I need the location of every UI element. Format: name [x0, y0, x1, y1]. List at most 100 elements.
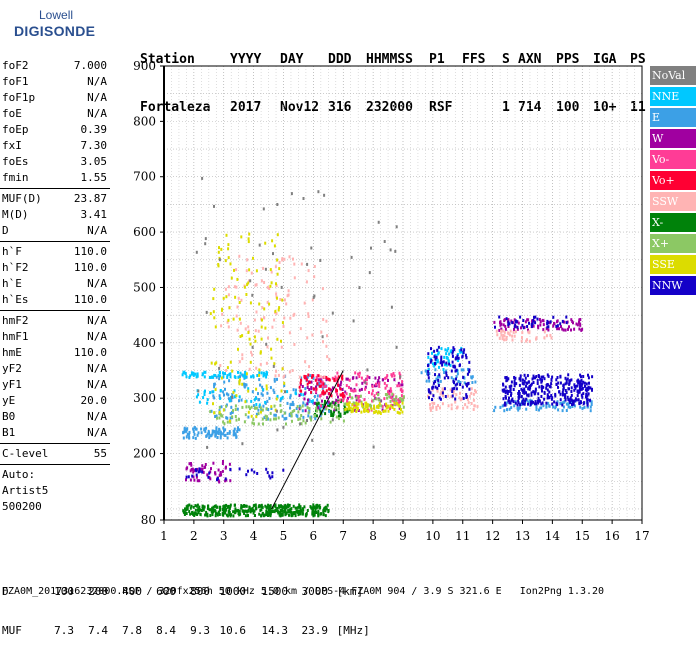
data-point	[309, 374, 312, 378]
data-point	[225, 404, 228, 408]
data-point	[227, 285, 230, 289]
data-point	[521, 336, 523, 339]
data-point	[443, 371, 446, 374]
data-point	[273, 244, 276, 248]
data-point	[550, 378, 553, 382]
data-point	[226, 374, 229, 378]
data-point	[322, 385, 325, 389]
data-point	[201, 176, 204, 180]
data-point	[293, 276, 296, 280]
data-point	[471, 381, 474, 384]
data-point	[195, 375, 198, 379]
data-point	[301, 385, 304, 388]
data-point	[289, 406, 291, 410]
data-point	[451, 390, 454, 393]
data-point	[288, 370, 291, 374]
data-point	[216, 436, 219, 439]
y-tick-label: 400	[133, 336, 156, 350]
data-point	[209, 312, 212, 316]
data-point	[238, 382, 241, 386]
data-point	[378, 402, 381, 405]
data-point	[296, 414, 299, 418]
data-point	[250, 350, 253, 354]
data-point	[441, 402, 444, 406]
data-point	[450, 407, 453, 411]
data-point	[447, 404, 450, 408]
data-point	[250, 271, 253, 275]
footer-cell: 7.3	[54, 624, 74, 637]
data-point	[579, 388, 581, 391]
data-point	[532, 319, 535, 322]
data-point	[192, 427, 195, 431]
data-point	[205, 310, 208, 314]
data-point	[295, 506, 298, 510]
data-point	[579, 318, 582, 321]
data-point	[470, 387, 473, 391]
data-point	[378, 376, 381, 380]
data-point	[364, 381, 367, 385]
data-point	[561, 403, 564, 407]
data-point	[348, 378, 351, 382]
footer-cell: 23.9	[301, 624, 329, 637]
data-point	[247, 331, 250, 334]
data-point	[259, 362, 262, 366]
data-point	[203, 375, 206, 379]
data-point	[265, 387, 268, 391]
data-point	[347, 407, 350, 411]
data-point	[546, 396, 549, 400]
x-tick-label: 8	[369, 529, 377, 543]
data-point	[542, 385, 545, 389]
data-point	[559, 392, 562, 396]
data-point	[520, 394, 523, 398]
data-point	[507, 399, 510, 403]
data-point	[512, 330, 515, 334]
data-point	[370, 246, 372, 250]
data-point	[293, 343, 296, 346]
data-point	[441, 387, 444, 391]
data-point	[567, 387, 570, 391]
data-point	[228, 419, 231, 423]
data-point	[249, 301, 252, 305]
data-point	[200, 431, 203, 435]
data-point	[322, 318, 325, 321]
data-point	[530, 391, 533, 395]
data-point	[504, 376, 507, 380]
data-point	[527, 380, 530, 384]
data-point	[535, 408, 538, 411]
data-point	[548, 390, 551, 394]
data-point	[306, 402, 309, 406]
data-point	[444, 395, 447, 398]
data-point	[203, 505, 206, 509]
data-point	[525, 407, 528, 411]
data-point	[561, 409, 564, 413]
data-point	[188, 510, 191, 513]
data-point	[262, 207, 265, 211]
data-point	[221, 414, 224, 418]
data-point	[258, 302, 261, 306]
data-point	[395, 399, 398, 403]
data-point	[187, 475, 190, 479]
data-point	[317, 374, 320, 378]
data-point	[461, 385, 464, 389]
data-point	[276, 337, 279, 341]
data-point	[526, 338, 528, 342]
data-point	[431, 386, 434, 390]
data-point	[546, 319, 549, 323]
data-point	[468, 368, 471, 372]
data-point	[185, 435, 188, 439]
data-point	[293, 409, 296, 413]
data-point	[366, 406, 369, 410]
data-point	[185, 478, 187, 482]
data-point	[300, 378, 303, 382]
data-point	[201, 372, 204, 376]
data-point	[591, 388, 593, 392]
data-point	[451, 351, 454, 355]
data-point	[434, 385, 437, 389]
data-point	[514, 330, 517, 334]
data-point	[281, 321, 284, 325]
data-point	[277, 416, 280, 420]
data-point	[281, 509, 284, 513]
data-point	[313, 275, 316, 279]
data-point	[241, 357, 244, 361]
data-point	[531, 324, 533, 328]
